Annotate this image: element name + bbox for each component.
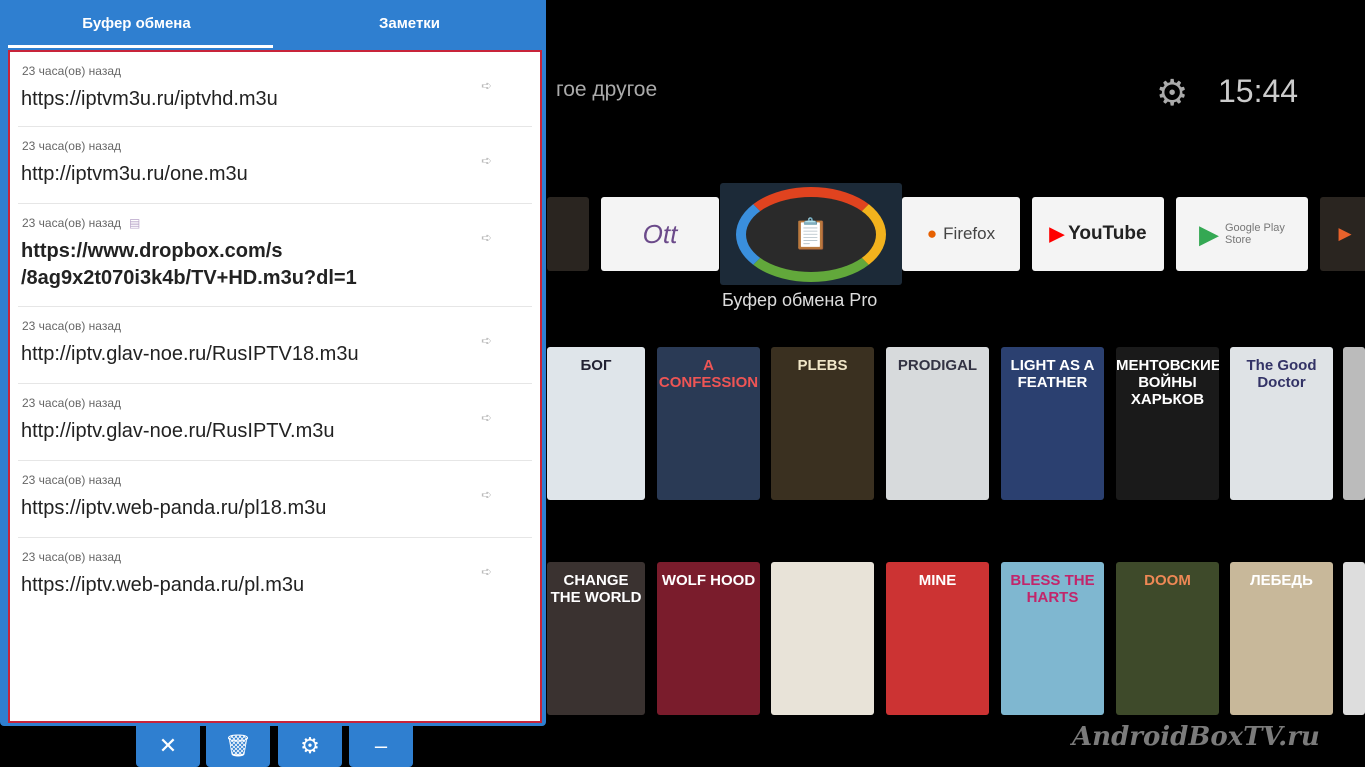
- clipboard-list: 23 часа(ов) назад https://iptvm3u.ru/iptv…: [8, 50, 542, 723]
- item-url: https://iptv.web-panda.ru/pl.m3u: [21, 574, 305, 596]
- gear-icon: ⚙: [300, 733, 320, 758]
- poster[interactable]: A CONFESSION: [657, 347, 760, 500]
- poster[interactable]: DOOM: [1116, 562, 1219, 715]
- firefox-icon: ●: [926, 224, 938, 243]
- poster[interactable]: MINE: [886, 562, 989, 715]
- poster[interactable]: WOLF HOOD: [657, 562, 760, 715]
- app-tile-clipboard-pro[interactable]: 📋: [720, 183, 902, 285]
- item-url: https://iptv.web-panda.ru/pl18.m3u: [21, 497, 327, 519]
- app-label: Firefox: [943, 224, 996, 243]
- share-icon[interactable]: ➪: [481, 564, 492, 580]
- app-tile-play-store[interactable]: ▶ Google Play Store: [1176, 197, 1308, 271]
- item-time: 23 часа(ов) назад: [22, 319, 121, 333]
- share-icon[interactable]: ➪: [481, 78, 492, 94]
- clipboard-icon: 📋: [736, 186, 886, 282]
- focused-app-label: Буфер обмена Pro: [722, 290, 878, 310]
- app-icon: ▶: [1338, 224, 1352, 243]
- item-time: 23 часа(ов) назад: [22, 139, 121, 153]
- share-icon[interactable]: ➪: [481, 410, 492, 426]
- list-item[interactable]: 23 часа(ов) назад https://iptv.web-panda.…: [18, 461, 532, 538]
- list-item[interactable]: 23 часа(ов) назад https://iptv.web-panda.…: [18, 538, 532, 615]
- share-icon[interactable]: ➪: [481, 230, 492, 246]
- list-item[interactable]: 23 часа(ов) назад https://iptvm3u.ru/iptv…: [18, 52, 532, 127]
- settings-button[interactable]: ⚙: [278, 725, 342, 767]
- poster[interactable]: LIGHT AS A FEATHER: [1001, 347, 1104, 500]
- list-item[interactable]: 23 часа(ов) назад ▤ https://www.dropbox.co…: [18, 204, 532, 307]
- item-url: http://iptv.glav-noe.ru/RusIPTV.m3u: [21, 420, 335, 442]
- trash-icon: 🗑: [224, 733, 252, 758]
- item-time: 23 часа(ов) назад: [22, 64, 121, 78]
- search-hint[interactable]: гое другое: [556, 78, 657, 102]
- item-time: 23 часа(ов) назад: [22, 473, 121, 487]
- app-tile[interactable]: ▶: [1320, 197, 1365, 271]
- poster[interactable]: The Good Doctor: [1230, 347, 1333, 500]
- watermark: AndroidBoxTV.ru: [1072, 722, 1320, 752]
- close-button[interactable]: ✕: [136, 725, 200, 767]
- settings-gear-icon[interactable]: ⚙: [1156, 72, 1188, 114]
- youtube-icon: ▶: [1049, 223, 1065, 245]
- share-icon[interactable]: ➪: [481, 333, 492, 349]
- app-label: Google Play Store: [1225, 222, 1285, 246]
- poster[interactable]: БОГ: [547, 347, 645, 500]
- poster[interactable]: PLEBS: [771, 347, 874, 500]
- item-url: http://iptvm3u.ru/one.m3u: [21, 163, 248, 185]
- minimize-icon: –: [374, 733, 388, 758]
- poster[interactable]: [1343, 562, 1365, 715]
- close-icon: ✕: [158, 733, 178, 758]
- clock: 15:44: [1218, 73, 1299, 109]
- tab-notes[interactable]: Заметки: [273, 0, 546, 48]
- list-item[interactable]: 23 часа(ов) назад http://iptvm3u.ru/one.m…: [18, 127, 532, 204]
- tab-clipboard[interactable]: Буфер обмена: [0, 0, 273, 48]
- poster[interactable]: [1343, 347, 1365, 500]
- poster[interactable]: [771, 562, 874, 715]
- poster[interactable]: PRODIGAL: [886, 347, 989, 500]
- poster[interactable]: BLESS THE HARTS: [1001, 562, 1104, 715]
- app-label: YouTube: [1068, 223, 1147, 244]
- list-item[interactable]: 23 часа(ов) назад http://iptv.glav-noe.ru…: [18, 384, 532, 461]
- share-icon[interactable]: ➪: [481, 487, 492, 503]
- clear-button[interactable]: 🗑: [206, 725, 270, 767]
- poster[interactable]: ЛЕБЕДЬ: [1230, 562, 1333, 715]
- app-tile-youtube[interactable]: ▶ YouTube: [1032, 197, 1164, 271]
- app-tile-firefox[interactable]: ● Firefox: [902, 197, 1020, 271]
- list-item[interactable]: 23 часа(ов) назад http://iptv.glav-noe.ru…: [18, 307, 532, 384]
- share-icon[interactable]: ➪: [481, 153, 492, 169]
- item-url: http://iptv.glav-noe.ru/RusIPTV18.m3u: [21, 343, 359, 365]
- item-url: https://www.dropbox.com/s /8ag9x2t070i3k…: [21, 240, 357, 289]
- clipboard-icon: ▤: [129, 216, 141, 230]
- app-tile[interactable]: [547, 197, 589, 271]
- ott-logo-icon: Ott: [642, 218, 678, 249]
- item-url: https://iptvm3u.ru/iptvhd.m3u: [21, 88, 278, 110]
- item-time: 23 часа(ов) назад: [22, 550, 121, 564]
- item-time: 23 часа(ов) назад: [22, 216, 121, 230]
- poster[interactable]: CHANGE THE WORLD: [547, 562, 645, 715]
- app-tile-ott[interactable]: Ott: [601, 197, 719, 271]
- minimize-button[interactable]: –: [349, 725, 413, 767]
- play-store-icon: ▶: [1199, 218, 1219, 249]
- poster[interactable]: МЕНТОВСКИЕ ВОЙНЫ ХАРЬКОВ: [1116, 347, 1219, 500]
- clipboard-panel: Буфер обмена Заметки 23 часа(ов) назад ht…: [0, 0, 546, 726]
- item-time: 23 часа(ов) назад: [22, 396, 121, 410]
